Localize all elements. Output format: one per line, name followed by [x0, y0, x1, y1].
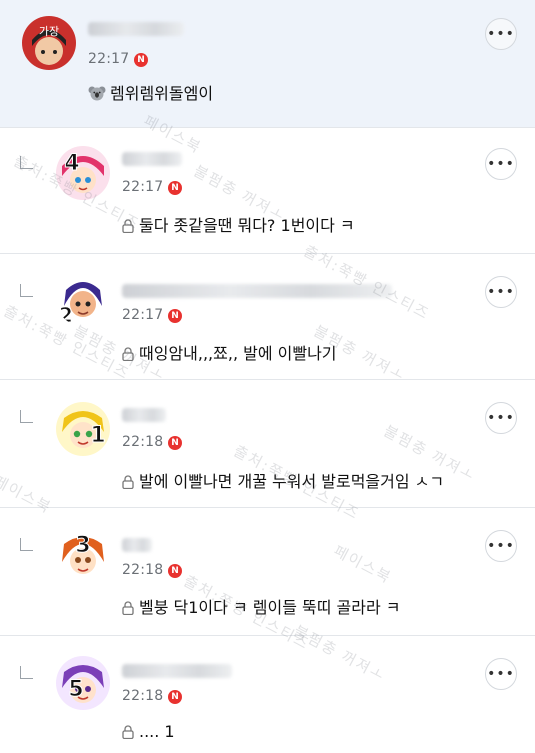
comment-text: 둘다 좃같을땐 뭐다? 1번이다 ㅋ — [139, 216, 355, 235]
reply-arrow-icon — [20, 410, 33, 423]
comment-text-row: 발에 이빨나면 개꿀 누워서 발로먹을거임 ㅅㄱ — [122, 468, 444, 492]
comment-time: 22:18 — [122, 688, 164, 704]
comment-text-row: 벨붕 닥1이다 ㅋ 렘이들 뚝띠 골라라 ㅋ — [122, 594, 401, 618]
avatar-number: 4 — [64, 151, 79, 176]
new-badge: N — [168, 181, 182, 195]
comment-text: 렘위렘위돌엠이 — [110, 84, 214, 103]
reply-comment: 4 22:17 N ••• 둘다 좃같을땐 뭐다? 1번이다 ㅋ — [0, 128, 535, 254]
comment-text-row: 때잉암내,,,쬬,, 발에 이빨나기 — [122, 340, 337, 364]
new-badge: N — [168, 564, 182, 578]
avatar-label: 가장 — [39, 25, 59, 38]
author-name-blurred[interactable] — [122, 408, 166, 422]
comment-time: 22:17 — [122, 179, 164, 195]
avatar[interactable]: 5 — [56, 656, 110, 710]
comment-text-row: .... 1 — [122, 722, 175, 741]
reply-comment: 2 22:17 N ••• 때잉암내,,,쬬,, 발에 이빨나기 — [0, 254, 535, 380]
avatar[interactable]: 1 — [56, 402, 110, 456]
avatar[interactable]: 가장 — [22, 16, 76, 70]
avatar[interactable]: 4 — [56, 146, 110, 200]
lock-icon — [122, 601, 134, 615]
more-options-button[interactable]: ••• — [485, 18, 517, 50]
new-badge: N — [168, 436, 182, 450]
comment-text: 때잉암내,,,쬬,, 발에 이빨나기 — [139, 344, 337, 363]
new-badge: N — [168, 309, 182, 323]
main-comment: 가장 22:17 N ••• 렘위렘위돌엠이 — [0, 0, 535, 128]
reply-arrow-icon — [20, 156, 33, 169]
lock-icon — [122, 725, 134, 739]
avatar-number: 5 — [68, 677, 83, 702]
reply-comment: 3 22:18 N ••• 벨붕 닥1이다 ㅋ 렘이들 뚝띠 골라라 ㅋ — [0, 508, 535, 636]
comment-text: .... 1 — [139, 722, 175, 741]
comment-time: 22:17 — [88, 51, 130, 67]
avatar-number: 3 — [75, 533, 90, 558]
avatar[interactable]: 2 — [56, 272, 110, 326]
avatar-number: 2 — [59, 303, 73, 326]
more-options-button[interactable]: ••• — [485, 658, 517, 690]
author-name-blurred[interactable] — [88, 22, 184, 36]
lock-icon — [122, 475, 134, 489]
author-name-blurred[interactable] — [122, 284, 392, 298]
comment-text-row: 렘위렘위돌엠이 — [88, 80, 213, 104]
koala-icon — [88, 86, 106, 101]
lock-icon — [122, 347, 134, 361]
author-name-blurred[interactable] — [122, 152, 182, 166]
reply-comment: 1 22:18 N ••• 발에 이빨나면 개꿀 누워서 발로먹을거임 ㅅㄱ — [0, 380, 535, 508]
comment-time: 22:17 — [122, 307, 164, 323]
lock-icon — [122, 219, 134, 233]
comment-text-row: 둘다 좃같을땐 뭐다? 1번이다 ㅋ — [122, 212, 355, 236]
reply-arrow-icon — [20, 666, 33, 679]
comment-text: 벨붕 닥1이다 ㅋ 렘이들 뚝띠 골라라 ㅋ — [139, 598, 401, 617]
author-name-blurred[interactable] — [122, 538, 152, 552]
more-options-button[interactable]: ••• — [485, 276, 517, 308]
new-badge: N — [134, 53, 148, 67]
avatar-number: 1 — [90, 423, 105, 448]
reply-comment: 5 22:18 N ••• .... 1 — [0, 636, 535, 753]
reply-arrow-icon — [20, 284, 33, 297]
new-badge: N — [168, 690, 182, 704]
reply-arrow-icon — [20, 538, 33, 551]
comment-time: 22:18 — [122, 434, 164, 450]
more-options-button[interactable]: ••• — [485, 402, 517, 434]
comment-text: 발에 이빨나면 개꿀 누워서 발로먹을거임 ㅅㄱ — [139, 472, 445, 491]
comment-time: 22:18 — [122, 562, 164, 578]
author-name-blurred[interactable] — [122, 664, 232, 678]
more-options-button[interactable]: ••• — [485, 148, 517, 180]
more-options-button[interactable]: ••• — [485, 530, 517, 562]
avatar[interactable]: 3 — [56, 528, 110, 582]
